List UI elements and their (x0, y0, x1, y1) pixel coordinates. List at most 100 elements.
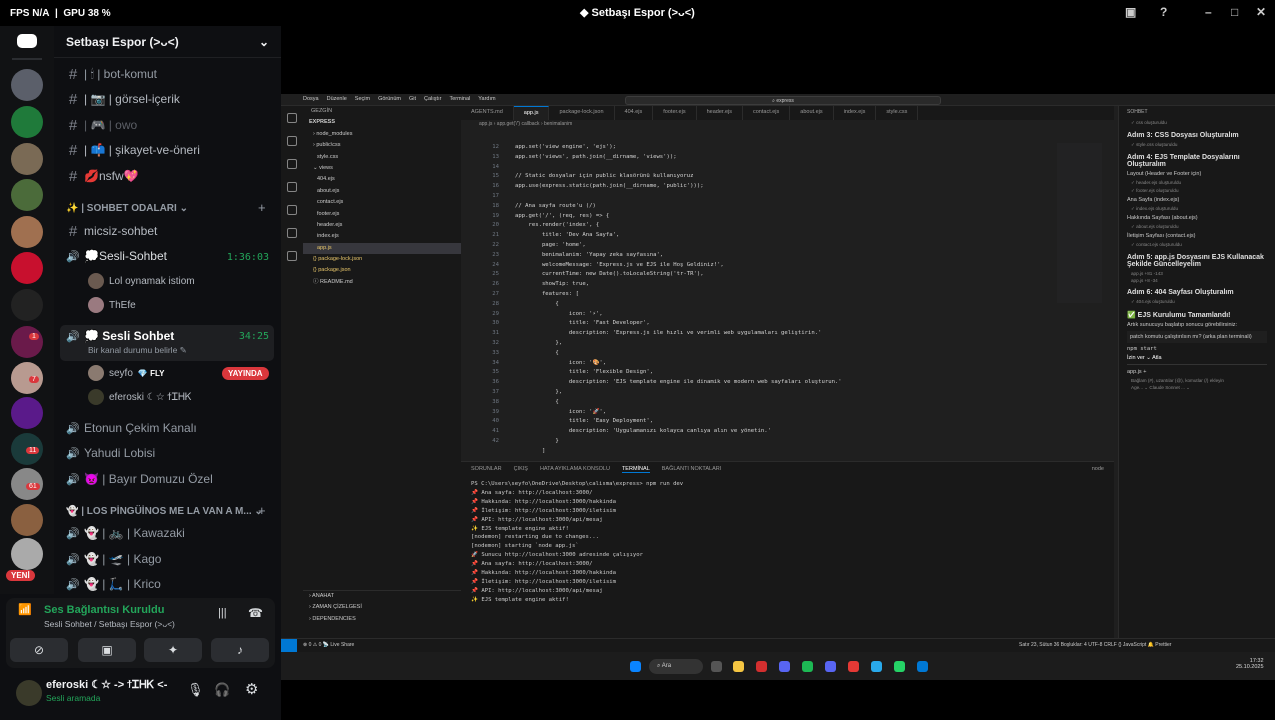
outline-item[interactable]: › ANAHAT (303, 591, 461, 602)
tab[interactable]: footer.ejs (653, 106, 697, 120)
voice-channel[interactable]: 🔊 👻 | 🛫 | Kago (62, 548, 274, 570)
channel-gorsel-icerik[interactable]: # | 📷 | görsel-içerik (62, 88, 274, 110)
chat-step[interactable]: ✓ contact.ejs oluşturuldu (1131, 242, 1263, 248)
discord-home-icon[interactable] (17, 34, 37, 48)
close-icon[interactable]: ✕ (1256, 5, 1266, 19)
remote-icon[interactable] (287, 228, 297, 238)
tree-item[interactable]: ⓘ README.md (303, 277, 461, 288)
activities-button[interactable]: ✦ (144, 638, 202, 662)
tree-item[interactable]: ⌄ views (303, 163, 461, 174)
server-icon[interactable] (11, 538, 43, 570)
server-icon[interactable] (11, 143, 43, 175)
server-icon[interactable] (11, 289, 43, 321)
extensions-icon[interactable] (287, 205, 297, 215)
chat-step[interactable]: app.js +81 -143 (1131, 271, 1263, 276)
tree-item[interactable]: {} package-lock.json (303, 254, 461, 265)
tree-item[interactable]: EXPRESS (303, 117, 461, 128)
discord-icon[interactable] (779, 661, 790, 672)
menu-item[interactable]: Dosya (303, 96, 319, 103)
panel-tab[interactable]: SORUNLAR (471, 466, 502, 473)
microphone-icon[interactable]: 🎙 (187, 682, 204, 698)
server-header[interactable]: Setbaşı Espor (>ᴗ<) ⌄ (54, 26, 281, 58)
tree-item[interactable]: › node_modules (303, 129, 461, 140)
add-channel-icon[interactable]: + (258, 503, 266, 518)
outline-item[interactable]: › DEPENDENCIES (303, 614, 461, 625)
category-sohbet[interactable]: ✨ | SOHBET ODALARI ⌄ (66, 203, 188, 214)
tree-item[interactable]: about.ejs (303, 186, 461, 197)
tab[interactable]: header.ejs (697, 106, 743, 120)
tab[interactable]: package-lock.json (549, 106, 615, 120)
server-icon[interactable] (11, 179, 43, 211)
voice-user[interactable]: eferoski ☾☆ ϯᏆᎻᏦ (88, 389, 192, 405)
voice-channel[interactable]: 🔊 👿 | Bayır Domuzu Özel (62, 468, 274, 490)
task-view-icon[interactable] (711, 661, 722, 672)
model-picker[interactable]: Age... ⌄ Claude Sonnet ... ⌄ (1131, 385, 1263, 391)
headphones-icon[interactable]: 🎧 (214, 682, 230, 698)
voice-channel[interactable]: 🔊 Yahudi Lobisi (62, 442, 274, 464)
waveform-icon[interactable]: ||| (218, 607, 227, 619)
terminal-output[interactable]: PS C:\Users\seyfo\OneDrive\Desktop\calis… (471, 480, 683, 605)
server-icon[interactable] (11, 326, 43, 358)
tab[interactable]: about.ejs (790, 106, 834, 120)
windows-start-icon[interactable] (630, 661, 641, 672)
tree-item[interactable]: contact.ejs (303, 197, 461, 208)
channel-nsfw[interactable]: # 💋nsfw💖 (62, 165, 274, 187)
vscode-icon[interactable] (917, 661, 928, 672)
command-search[interactable]: ⌕ express (625, 96, 941, 105)
tree-item[interactable]: index.ejs (303, 231, 461, 242)
remote-indicator[interactable] (281, 639, 297, 652)
soundboard-button[interactable]: ♪ (211, 638, 269, 662)
chat-step[interactable]: ✓ footer.ejs oluşturuldu (1131, 188, 1263, 194)
tree-item[interactable]: 404.ejs (303, 174, 461, 185)
chat-context[interactable]: app.js + (1127, 364, 1267, 375)
chat-step[interactable]: ✓ 404.ejs oluşturuldu (1131, 299, 1263, 305)
channel-status[interactable]: Bir kanal durumu belirle ✎ (88, 345, 187, 356)
chat-input[interactable]: Bağlam (#), uzantılar (@), komutlar (/) … (1131, 378, 1263, 383)
tab[interactable]: style.css (876, 106, 919, 120)
server-icon[interactable] (11, 106, 43, 138)
tab-active[interactable]: app.js (513, 106, 550, 120)
tab[interactable]: AGENTS.md (461, 106, 514, 120)
chat-step[interactable]: ✓ header.ejs oluşturuldu (1131, 180, 1263, 186)
voice-user[interactable]: ThEfe (88, 297, 136, 313)
menu-item[interactable]: Seçim (355, 96, 370, 103)
explorer-icon[interactable] (287, 113, 297, 123)
panel-tab[interactable]: BAĞLANTI NOKTALARI (662, 466, 722, 473)
video-off-button[interactable]: ⊘ (10, 638, 68, 662)
discord-icon[interactable] (825, 661, 836, 672)
channel-owo[interactable]: # | 🎮 | owo (62, 114, 274, 136)
run-debug-icon[interactable] (287, 182, 297, 192)
tree-item[interactable]: footer.ejs (303, 209, 461, 220)
screen-share-button[interactable]: ▣ (78, 638, 136, 662)
avatar[interactable] (16, 680, 42, 706)
channel-sikayet[interactable]: # | 📫 | şikayet-ve-öneri (62, 139, 274, 161)
gear-icon[interactable]: ⚙ (245, 680, 258, 698)
menu-item[interactable]: Düzenle (327, 96, 347, 103)
telegram-icon[interactable] (871, 661, 882, 672)
help-icon[interactable]: ? (1160, 5, 1167, 19)
spotify-icon[interactable] (802, 661, 813, 672)
voice-channel[interactable]: 🔊 Etonun Çekim Kanalı (62, 417, 274, 439)
breadcrumb[interactable]: app.js › app.get('/') callback › benimal… (461, 120, 1114, 129)
minimize-icon[interactable]: – (1205, 5, 1212, 19)
taskbar-search[interactable]: ⌕ Ara (649, 659, 703, 674)
search-icon[interactable] (287, 136, 297, 146)
allow-button[interactable]: İzin ver ⌄ Atla (1127, 355, 1267, 361)
source-code[interactable]: app.set('view engine', 'ejs'); app.set('… (515, 143, 842, 457)
terminal-name[interactable]: node (1092, 466, 1104, 473)
status-left[interactable]: ⊗ 0 ⚠ 0 📡 Live Share (303, 642, 354, 648)
tree-item[interactable]: › public\css (303, 140, 461, 151)
inbox-icon[interactable]: ▣ (1125, 5, 1136, 19)
tree-item-selected[interactable]: app.js (303, 242, 461, 255)
tree-item[interactable]: header.ejs (303, 220, 461, 231)
file-explorer-icon[interactable] (733, 661, 744, 672)
chat-step[interactable]: app.js +8 -34 (1131, 278, 1263, 283)
tree-item[interactable]: style.css (303, 152, 461, 163)
voice-channel[interactable]: 🔊 👻 | 🛴 | Krico (62, 573, 274, 594)
tab[interactable]: index.ejs (834, 106, 877, 120)
category-pinguinos[interactable]: 👻 | LOS PİNGÜİNOS ME LA VAN A M... ⌄ (66, 506, 263, 517)
tree-item[interactable]: {} package.json (303, 265, 461, 276)
outline-item[interactable]: › ZAMAN ÇİZELGESİ (303, 602, 461, 613)
menu-item[interactable]: Yardım (478, 96, 495, 103)
server-icon[interactable] (11, 216, 43, 248)
